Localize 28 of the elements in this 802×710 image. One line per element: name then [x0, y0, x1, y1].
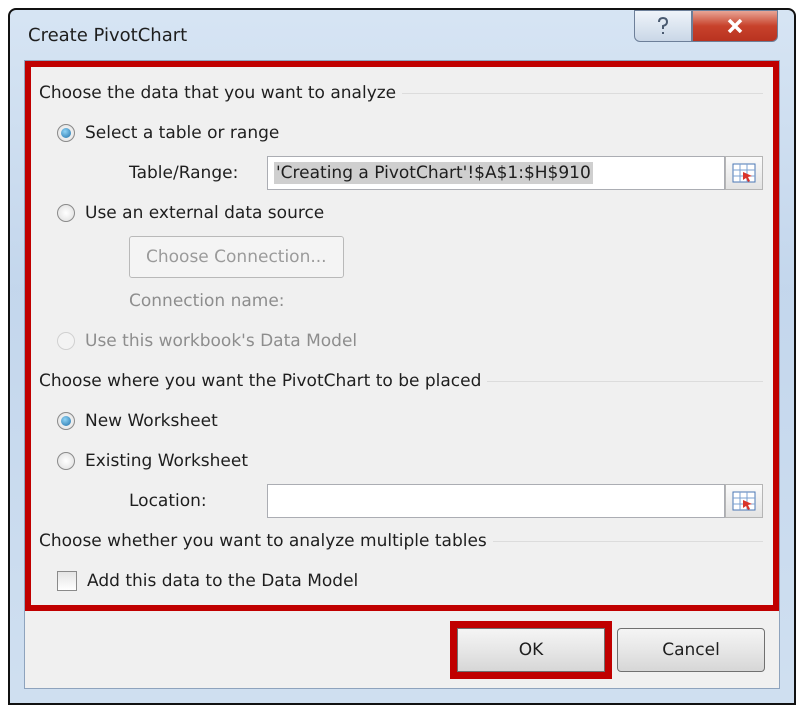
field-label: Location:	[129, 491, 208, 511]
radio-label[interactable]: Select a table or range	[85, 123, 280, 143]
close-icon	[727, 19, 743, 33]
range-picker-button[interactable]	[725, 156, 763, 190]
range-picker-button[interactable]	[725, 484, 763, 518]
radio-button[interactable]	[57, 452, 75, 470]
radio-label[interactable]: Existing Worksheet	[85, 451, 248, 471]
range-picker-icon	[732, 491, 756, 511]
radio-label[interactable]: Use an external data source	[85, 203, 324, 223]
checkbox[interactable]	[57, 571, 77, 591]
section-heading: Choose the data that you want to analyze	[39, 83, 396, 103]
connection-name-label: Connection name:	[129, 291, 285, 311]
help-icon	[657, 17, 669, 35]
close-button[interactable]	[692, 10, 778, 42]
field-label: Table/Range:	[129, 163, 240, 183]
input-field[interactable]: 'Creating a PivotChart'!$A$1:$H$910	[267, 156, 725, 190]
radio-button[interactable]	[57, 412, 75, 430]
section-heading: Choose whether you want to analyze multiple tables	[39, 531, 487, 551]
radio-button[interactable]	[57, 204, 75, 222]
checkbox-label[interactable]: Add this data to the Data Model	[87, 571, 358, 591]
input-field[interactable]	[267, 484, 725, 518]
radio-label[interactable]: New Worksheet	[85, 411, 218, 431]
range-picker-icon	[732, 163, 756, 183]
window-title: Create PivotChart	[27, 24, 188, 46]
section-heading: Choose where you want the PivotChart to be placed	[39, 371, 482, 391]
cancel-button[interactable]: Cancel	[617, 628, 765, 672]
help-button[interactable]	[634, 10, 692, 42]
radio-button[interactable]	[57, 124, 75, 142]
